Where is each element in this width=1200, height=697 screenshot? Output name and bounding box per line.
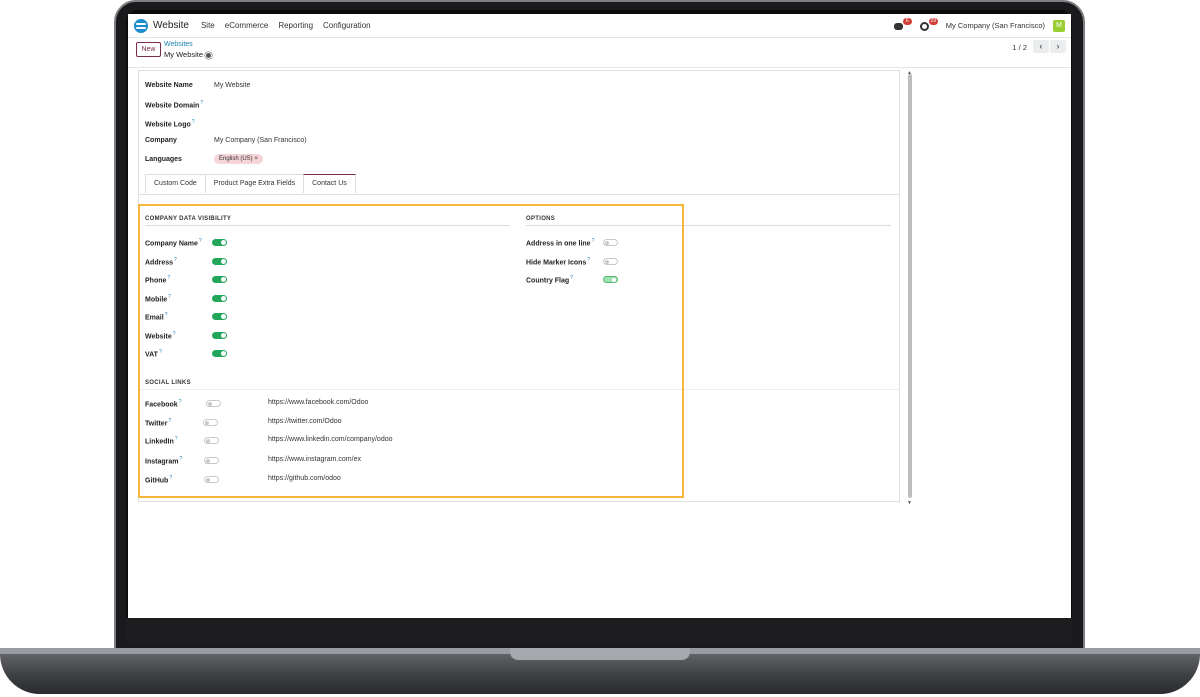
navbar-systray: 6 29 My Company (San Francisco) M [893,17,1071,32]
tab-divider [138,194,900,195]
website-domain-label-text: Website Domain [145,102,200,110]
tab-product-page-extra-fields[interactable]: Product Page Extra Fields [204,174,305,193]
company-switcher[interactable]: My Company (San Francisco) [946,21,1045,30]
website-logo-label-text: Website Logo [145,121,191,129]
help-icon[interactable]: ? [200,100,203,106]
pager-value[interactable]: 1 / 2 [1012,43,1027,52]
screen: Website Site eCommerce Reporting Configu… [128,14,1071,618]
highlight-frame [138,204,684,498]
website-name-label: Website Name [145,82,193,89]
laptop-chin [126,618,1072,644]
menu-reporting[interactable]: Reporting [278,21,313,30]
scroll-down-icon[interactable]: ▼ [907,500,912,506]
scroll-up-icon[interactable]: ▲ [907,70,912,76]
user-avatar[interactable]: M [1053,19,1065,32]
chat-icon [893,22,903,30]
activities-badge: 29 [928,17,938,25]
website-name-field[interactable]: My Website [214,82,250,89]
record-title: My Website [164,50,212,59]
menu-ecommerce[interactable]: eCommerce [225,21,269,30]
app-name[interactable]: Website [153,20,189,31]
control-panel: New Websites My Website 1 / 2 ‹ › [128,38,1071,68]
tab-custom-code[interactable]: Custom Code [145,174,206,193]
pager-previous-button[interactable]: ‹ [1033,40,1049,53]
top-navbar: Website Site eCommerce Reporting Configu… [128,14,1071,38]
website-app-icon[interactable] [134,18,148,33]
messages-badge: 6 [902,17,912,25]
activities-button[interactable]: 29 [919,17,938,32]
company-label: Company [145,137,177,144]
notebook-tabs: Custom Code Product Page Extra Fields Co… [145,174,356,193]
laptop-notch [510,648,690,660]
messages-button[interactable]: 6 [893,17,912,32]
website-domain-label: Website Domain? [145,100,203,109]
menu-site[interactable]: Site [201,21,215,30]
pager-next-button[interactable]: › [1050,40,1066,53]
clock-icon [919,21,929,31]
breadcrumb-websites[interactable]: Websites [164,41,193,48]
menu-configuration[interactable]: Configuration [323,21,371,30]
language-tag-english[interactable]: English (US) × [214,154,263,164]
tab-contact-us[interactable]: Contact Us [303,174,356,193]
languages-label: Languages [145,156,182,163]
website-logo-label: Website Logo? [145,119,195,128]
record-title-text: My Website [164,50,204,59]
vertical-scrollbar[interactable] [908,74,912,498]
new-button[interactable]: New [136,42,161,57]
gear-icon[interactable] [206,52,212,58]
company-field[interactable]: My Company (San Francisco) [214,137,307,144]
help-icon[interactable]: ? [192,119,195,125]
